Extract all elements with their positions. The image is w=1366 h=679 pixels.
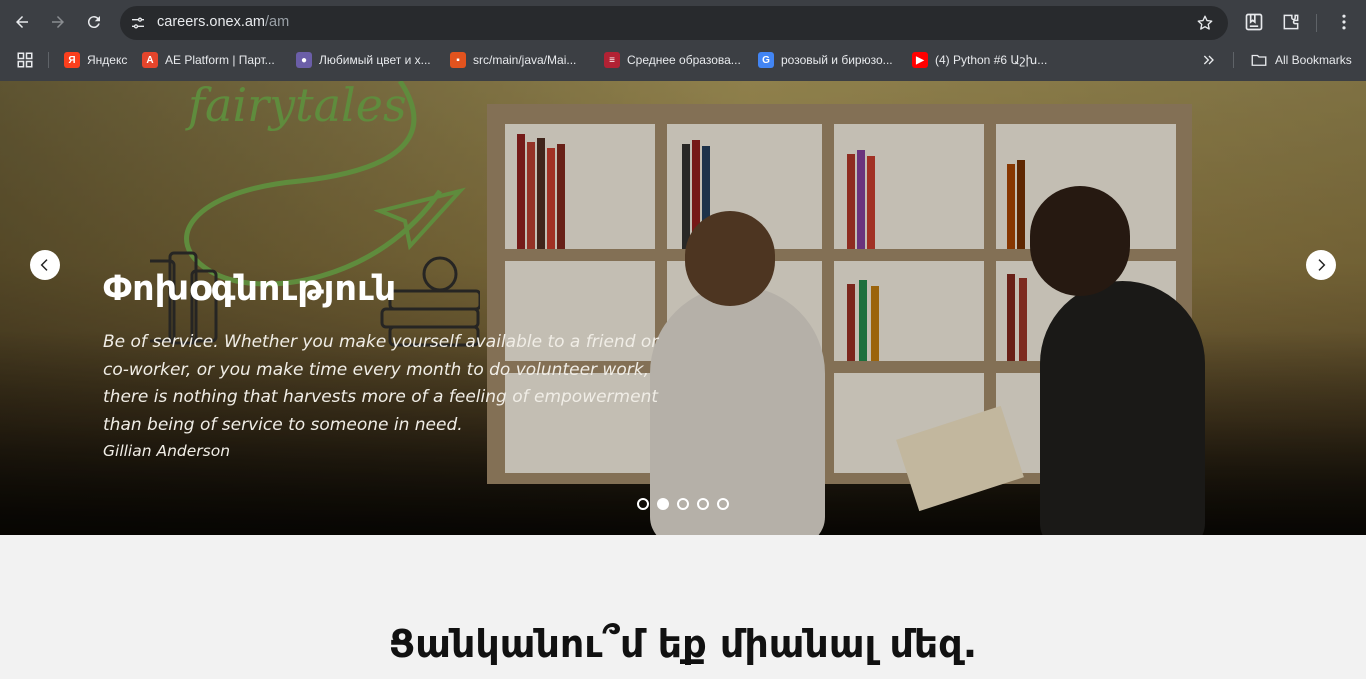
browser-chrome: careers.onex.am/am Я Яндекс A AE Platform |… <box>0 0 1366 81</box>
menu-button[interactable] <box>1332 10 1356 34</box>
more-bookmarks-button[interactable] <box>1201 51 1217 69</box>
back-button[interactable] <box>8 8 36 36</box>
reload-icon <box>87 16 100 29</box>
carousel-dot[interactable] <box>657 498 669 510</box>
bookmark-label: розовый и бирюзо... <box>781 53 893 67</box>
puzzle-icon <box>1283 14 1299 30</box>
gitlab-icon: ▪ <box>450 52 466 68</box>
bookmark-manager-icon <box>1245 13 1263 31</box>
bookmark-item[interactable]: Gрозовый и бирюзо... <box>758 51 893 69</box>
carousel-next-button[interactable] <box>1306 250 1336 280</box>
all-bookmarks-label: All Bookmarks <box>1275 53 1352 67</box>
apps-grid-icon <box>17 52 33 68</box>
bookmark-label: AE Platform | Парт... <box>165 53 275 67</box>
carousel-indicators <box>637 498 729 510</box>
carousel-prev-button[interactable] <box>30 250 60 280</box>
google-icon: G <box>758 52 774 68</box>
person-icon: ● <box>296 52 312 68</box>
join-us-heading: Ցանկանու՞մ եք միանալ մեզ. <box>388 622 978 666</box>
carousel-dot[interactable] <box>697 498 709 510</box>
carousel-dot[interactable] <box>717 498 729 510</box>
bookmark-label: Яндекс <box>87 53 128 67</box>
bookmark-star-icon[interactable] <box>1196 14 1214 32</box>
ae-platform-icon: A <box>142 52 158 68</box>
all-bookmarks-folder[interactable]: All Bookmarks <box>1250 51 1352 69</box>
bookmark-label: src/main/java/Mai... <box>473 53 577 67</box>
chevron-right-icon <box>1318 259 1326 271</box>
bookmark-item[interactable]: A AE Platform | Парт... <box>142 51 275 69</box>
toolbar-divider <box>1316 14 1317 32</box>
url-path: /am <box>265 14 290 30</box>
slide-title: Փոխօգնություն <box>103 269 397 309</box>
bookmark-item[interactable]: ≡ Среднее образова... <box>604 51 741 69</box>
url-host: careers.onex.am <box>157 14 265 30</box>
flag-icon: ≡ <box>604 52 620 68</box>
carousel-dot[interactable] <box>677 498 689 510</box>
chevron-left-icon <box>40 259 48 271</box>
bookmarks-bar: Я Яндекс A AE Platform | Парт... ● Любимый цв… <box>0 45 1366 75</box>
address-bar[interactable]: careers.onex.am/am <box>120 6 1228 40</box>
youtube-icon: ▶ <box>912 52 928 68</box>
url-text[interactable]: careers.onex.am/am <box>157 14 289 30</box>
forward-button[interactable] <box>44 8 72 36</box>
bookmark-item[interactable]: Я Яндекс <box>64 51 127 69</box>
bookmark-label: (4) Python #6 Աշխ... <box>935 53 1048 67</box>
folder-icon <box>1251 54 1267 66</box>
bookmark-item[interactable]: ● Любимый цвет и х... <box>296 51 431 69</box>
site-info-button[interactable] <box>126 11 150 35</box>
bookmark-item[interactable]: ▶ (4) Python #6 Աշխ... <box>912 51 1047 69</box>
hero-carousel: fairytales Փոխօգնություն Be of service. … <box>0 81 1366 535</box>
slide-author: Gillian Anderson <box>103 442 231 460</box>
bookmark-label: Среднее образова... <box>627 53 741 67</box>
reading-mode-button[interactable] <box>1242 10 1266 34</box>
bookmark-label: Любимый цвет и х... <box>319 53 431 67</box>
arrow-left-icon <box>16 16 28 28</box>
reload-button[interactable] <box>80 8 108 36</box>
more-vert-icon <box>1342 14 1346 30</box>
bookmarks-divider <box>1233 52 1234 68</box>
bookmark-item[interactable]: ▪ src/main/java/Mai... <box>450 51 576 69</box>
yandex-icon: Я <box>64 52 80 68</box>
double-chevron-right-icon <box>1203 55 1214 65</box>
tune-icon <box>132 17 144 29</box>
bookmarks-divider <box>48 52 49 68</box>
arrow-right-icon <box>52 16 64 28</box>
apps-button[interactable] <box>16 51 34 69</box>
browser-toolbar: careers.onex.am/am <box>0 0 1366 45</box>
carousel-dot[interactable] <box>637 498 649 510</box>
extensions-button[interactable] <box>1279 10 1303 34</box>
slide-quote: Be of service. Whether you make yourself… <box>103 332 659 435</box>
